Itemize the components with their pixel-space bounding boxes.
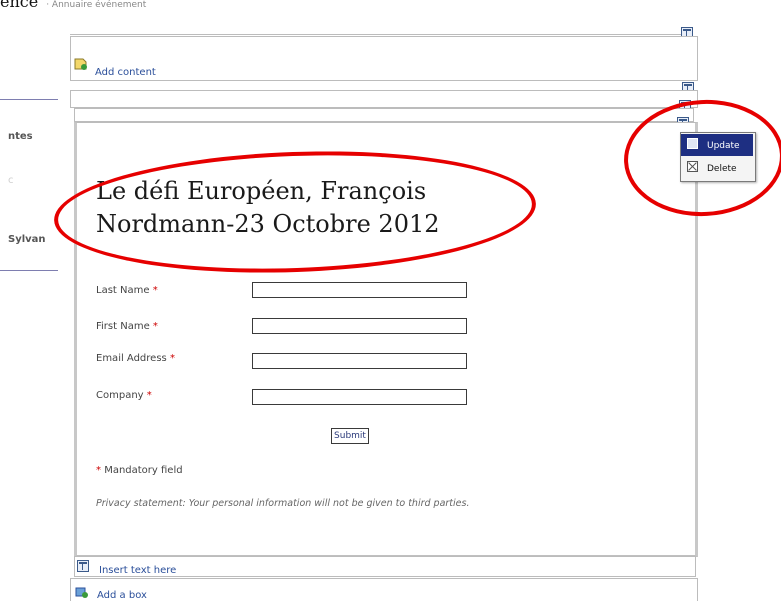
label-text: Last Name: [96, 285, 150, 296]
top-divider: [70, 34, 688, 35]
required-marker: *: [169, 353, 175, 364]
label-text: Email Address: [96, 353, 167, 364]
document-icon: [687, 138, 698, 149]
add-content-zone: [70, 36, 698, 81]
insert-text-link[interactable]: Insert text here: [99, 565, 176, 576]
sidebar-item-sylvan[interactable]: Sylvan: [8, 234, 46, 245]
label-text: Company: [96, 390, 144, 401]
text-settings-icon[interactable]: [77, 560, 89, 572]
title-line-1: Le défi Européen, François: [96, 177, 427, 205]
breadcrumb-rest: · Annuaire événement: [46, 0, 147, 10]
last-name-field[interactable]: [252, 282, 467, 298]
add-box-link[interactable]: Add a box: [97, 590, 147, 601]
email-label: Email Address *: [96, 353, 175, 364]
sidebar-item-faint: c: [8, 175, 14, 186]
label-text: First Name: [96, 321, 150, 332]
menu-item-label: Update: [707, 141, 740, 151]
last-name-label: Last Name *: [96, 285, 158, 296]
required-marker: *: [152, 285, 158, 296]
menu-item-delete[interactable]: Delete: [681, 157, 753, 179]
left-sidebar: ntes c Sylvan: [0, 30, 62, 590]
menu-item-label: Delete: [707, 164, 737, 174]
mandatory-text: Mandatory field: [104, 465, 183, 476]
sidebar-divider: [0, 270, 58, 271]
sidebar-divider: [0, 99, 58, 100]
privacy-statement: Privacy statement: Your personal informa…: [96, 498, 470, 509]
first-name-label: First Name *: [96, 321, 158, 332]
mandatory-note: * Mandatory field: [96, 465, 183, 476]
first-name-field[interactable]: [252, 318, 467, 334]
delete-x-icon: [687, 161, 698, 172]
content-zone: [70, 90, 698, 108]
company-field[interactable]: [252, 389, 467, 405]
breadcrumb: ence · Annuaire événement: [0, 0, 147, 11]
required-marker: *: [152, 321, 158, 332]
add-content-icon[interactable]: [73, 57, 89, 71]
add-content-link[interactable]: Add content: [95, 67, 156, 78]
add-box-zone: [70, 578, 698, 601]
page-title: Le défi Européen, François Nordmann-23 O…: [96, 175, 516, 241]
breadcrumb-first: ence: [0, 0, 39, 11]
context-menu: Update Delete: [680, 132, 756, 182]
required-marker: *: [96, 465, 101, 476]
menu-item-update[interactable]: Update: [681, 134, 753, 156]
content-zone: [74, 108, 694, 122]
required-marker: *: [146, 390, 152, 401]
add-box-icon[interactable]: [74, 585, 90, 599]
submit-button[interactable]: Submit: [331, 428, 369, 444]
company-label: Company *: [96, 390, 152, 401]
email-field[interactable]: [252, 353, 467, 369]
title-line-2: Nordmann-23 Octobre 2012: [96, 210, 440, 238]
sidebar-item-ntes[interactable]: ntes: [8, 131, 33, 142]
